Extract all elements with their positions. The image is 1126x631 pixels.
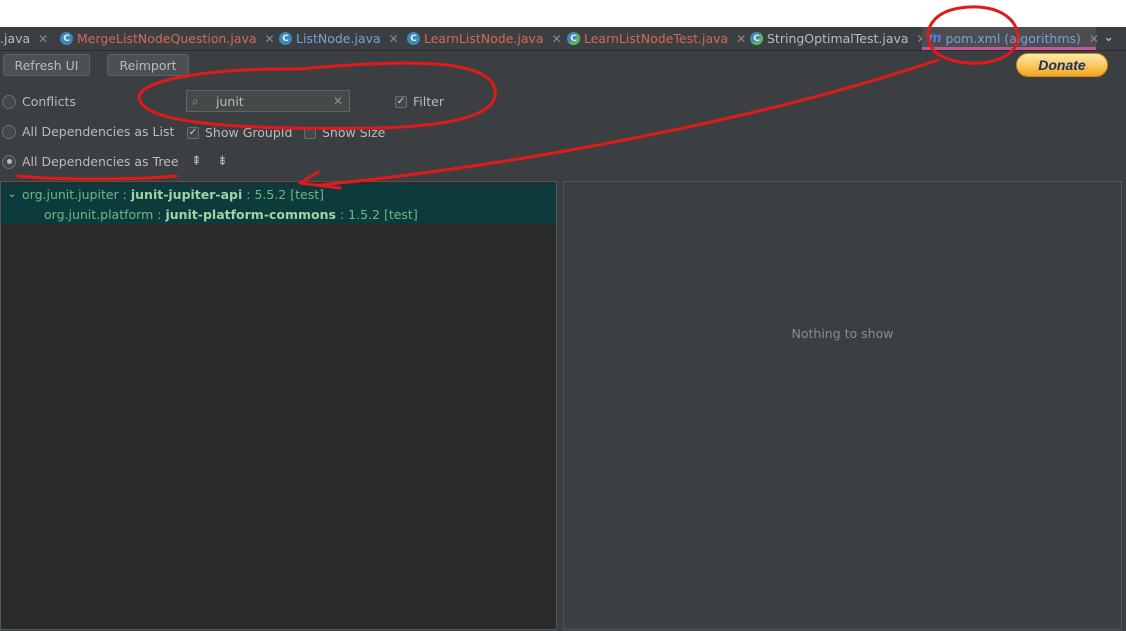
radio-selected-dot: [6, 159, 12, 164]
filter-checkbox[interactable]: ✓ Filter: [395, 94, 444, 109]
close-icon[interactable]: ✕: [265, 32, 275, 46]
checkbox-show-groupid[interactable]: ✓: [187, 126, 199, 139]
show-groupid-checkbox[interactable]: ✓ Show GroupId: [187, 125, 292, 140]
maven-icon: m: [928, 31, 942, 46]
chevron-down-icon[interactable]: ⌄: [1103, 30, 1114, 45]
close-icon[interactable]: ✕: [38, 32, 48, 46]
tab-partial-java[interactable]: .java ✕: [0, 27, 48, 50]
class-icon: C: [407, 32, 420, 45]
close-icon[interactable]: ✕: [1089, 32, 1099, 46]
tab-list-node[interactable]: C ListNode.java ✕: [279, 27, 399, 50]
conflicts-option[interactable]: Conflicts: [2, 94, 76, 109]
class-icon: C: [60, 32, 73, 45]
donate-button[interactable]: Donate: [1016, 53, 1108, 77]
dependency-details-pane: Nothing to show: [563, 181, 1122, 630]
tab-string-optimal-test[interactable]: C StringOptimalTest.java ✕: [750, 27, 927, 50]
active-tab-indicator: [922, 47, 1096, 50]
tree-node[interactable]: org.junit.platform : junit-platform-comm…: [1, 204, 556, 224]
tab-learn-list-node[interactable]: C LearnListNode.java ✕: [407, 27, 562, 50]
show-size-checkbox[interactable]: Show Size: [304, 125, 385, 140]
search-input[interactable]: [214, 92, 328, 110]
expand-all-icon[interactable]: ⇞: [191, 154, 202, 169]
search-icon: ⌕: [192, 93, 199, 108]
reimport-button[interactable]: Reimport: [107, 54, 189, 76]
close-icon[interactable]: ✕: [552, 32, 562, 46]
checkbox-show-size[interactable]: [304, 126, 316, 139]
search-field[interactable]: ⌕ ✕: [186, 90, 350, 112]
radio-list[interactable]: [2, 124, 16, 139]
checkbox-filter[interactable]: ✓: [395, 95, 407, 108]
tree-node[interactable]: ⌄ org.junit.jupiter : junit-jupiter-api …: [1, 184, 556, 204]
close-icon[interactable]: ✕: [389, 32, 399, 46]
clear-icon[interactable]: ✕: [333, 94, 343, 108]
tree-option[interactable]: All Dependencies as Tree: [2, 154, 179, 169]
test-class-icon: C: [750, 32, 763, 45]
class-icon: C: [279, 32, 292, 45]
tab-merge-list-node-question[interactable]: C MergeListNodeQuestion.java ✕: [60, 27, 275, 50]
dependency-analyzer-panel: Refresh UI Reimport Donate Conflicts All…: [0, 51, 1126, 631]
test-class-icon: C: [567, 32, 580, 45]
chevron-down-icon[interactable]: ⌄: [8, 189, 22, 200]
refresh-ui-button[interactable]: Refresh UI: [3, 54, 90, 76]
tab-learn-list-node-test[interactable]: C LearnListNodeTest.java ✕: [567, 27, 746, 50]
dependency-tree[interactable]: ⌄ org.junit.jupiter : junit-jupiter-api …: [0, 181, 557, 630]
radio-conflicts[interactable]: [2, 94, 16, 109]
empty-state-text: Nothing to show: [791, 326, 894, 341]
collapse-all-icon[interactable]: ⇟: [217, 154, 228, 169]
close-icon[interactable]: ✕: [736, 32, 746, 46]
list-option[interactable]: All Dependencies as List: [2, 124, 174, 139]
radio-tree[interactable]: [2, 154, 16, 169]
